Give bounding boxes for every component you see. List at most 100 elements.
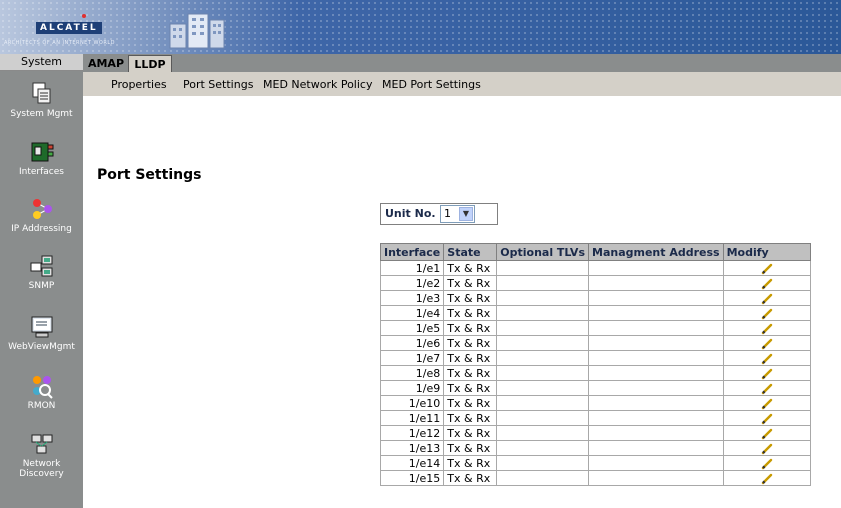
col-modify: Modify: [722, 243, 811, 261]
interface-cell: 1/e10: [379, 395, 445, 411]
interface-cell: 1/e14: [379, 455, 445, 471]
edit-pencil-icon[interactable]: [761, 473, 773, 485]
modify-cell: [722, 305, 811, 321]
optional-tlvs-cell: [496, 305, 589, 321]
state-cell: Tx & Rx: [443, 320, 498, 336]
edit-pencil-icon[interactable]: [761, 278, 773, 290]
management-address-cell: [588, 440, 724, 456]
modify-cell: [722, 470, 811, 486]
unit-selector-panel: Unit No. 1 ▼: [380, 203, 498, 225]
management-address-cell: [588, 365, 724, 381]
optional-tlvs-cell: [496, 455, 589, 471]
optional-tlvs-cell: [496, 335, 589, 351]
optional-tlvs-cell: [496, 350, 589, 366]
interface-cell: 1/e9: [379, 380, 445, 396]
optional-tlvs-cell: [496, 425, 589, 441]
state-cell: Tx & Rx: [443, 410, 498, 426]
table-row: 1/e3 Tx & Rx: [379, 290, 811, 306]
interface-cell: 1/e3: [379, 290, 445, 306]
interface-cell: 1/e15: [379, 470, 445, 486]
management-address-cell: [588, 260, 724, 276]
modify-cell: [722, 320, 811, 336]
edit-pencil-icon[interactable]: [761, 263, 773, 275]
interfaces-icon: [31, 142, 53, 162]
tab-bar: AMAP LLDP: [83, 54, 841, 73]
col-optional-tlvs: Optional TLVs: [496, 243, 589, 261]
edit-pencil-icon[interactable]: [761, 443, 773, 455]
interface-cell: 1/e2: [379, 275, 445, 291]
state-cell: Tx & Rx: [443, 425, 498, 441]
edit-pencil-icon[interactable]: [761, 338, 773, 350]
table-row: 1/e2 Tx & Rx: [379, 275, 811, 291]
optional-tlvs-cell: [496, 365, 589, 381]
edit-pencil-icon[interactable]: [761, 323, 773, 335]
table-row: 1/e11 Tx & Rx: [379, 410, 811, 426]
col-state: State: [443, 243, 498, 261]
unit-label: Unit No.: [385, 207, 436, 220]
edit-pencil-icon[interactable]: [761, 293, 773, 305]
table-row: 1/e8 Tx & Rx: [379, 365, 811, 381]
logo-tagline: ARCHITECTS OF AN INTERNET WORLD: [4, 40, 115, 46]
sidebar-item-webview-mgmt[interactable]: WebViewMgmt: [0, 314, 83, 352]
interface-cell: 1/e12: [379, 425, 445, 441]
edit-pencil-icon[interactable]: [761, 458, 773, 470]
management-address-cell: [588, 425, 724, 441]
modify-cell: [722, 455, 811, 471]
table-row: 1/e6 Tx & Rx: [379, 335, 811, 351]
management-address-cell: [588, 275, 724, 291]
interface-cell: 1/e6: [379, 335, 445, 351]
sidebar-item-system-mgmt[interactable]: System Mgmt: [0, 81, 83, 119]
state-cell: Tx & Rx: [443, 440, 498, 456]
sidebar: System Mgmt Interfaces IP Addressing SNM…: [0, 71, 83, 508]
table-row: 1/e14 Tx & Rx: [379, 455, 811, 471]
edit-pencil-icon[interactable]: [761, 308, 773, 320]
sidebar-item-label: RMON: [27, 401, 56, 411]
subnav-med-network-policy[interactable]: MED Network Policy: [263, 78, 372, 91]
state-cell: Tx & Rx: [443, 335, 498, 351]
sidebar-item-label: Discovery: [19, 469, 64, 479]
system-mgmt-icon: [32, 82, 50, 104]
edit-pencil-icon[interactable]: [761, 353, 773, 365]
sidebar-item-label: WebViewMgmt: [8, 342, 75, 352]
state-cell: Tx & Rx: [443, 365, 498, 381]
table-row: 1/e7 Tx & Rx: [379, 350, 811, 366]
modify-cell: [722, 425, 811, 441]
sidebar-item-rmon[interactable]: RMON: [0, 373, 83, 411]
subnav-properties[interactable]: Properties: [111, 78, 167, 91]
interface-cell: 1/e5: [379, 320, 445, 336]
edit-pencil-icon[interactable]: [761, 368, 773, 380]
management-address-cell: [588, 380, 724, 396]
state-cell: Tx & Rx: [443, 350, 498, 366]
table-row: 1/e12 Tx & Rx: [379, 425, 811, 441]
management-address-cell: [588, 470, 724, 486]
optional-tlvs-cell: [496, 275, 589, 291]
snmp-icon: [30, 255, 52, 277]
interface-cell: 1/e11: [379, 410, 445, 426]
sidebar-item-interfaces[interactable]: Interfaces: [0, 139, 83, 177]
state-cell: Tx & Rx: [443, 305, 498, 321]
management-address-cell: [588, 335, 724, 351]
edit-pencil-icon[interactable]: [761, 413, 773, 425]
management-address-cell: [588, 350, 724, 366]
unit-select[interactable]: 1 ▼: [440, 205, 475, 223]
modify-cell: [722, 410, 811, 426]
unit-select-value: 1: [444, 207, 451, 220]
sidebar-item-ip-addressing[interactable]: IP Addressing: [0, 196, 83, 234]
tab-lldp[interactable]: LLDP: [128, 55, 172, 73]
interface-cell: 1/e7: [379, 350, 445, 366]
banner-pattern: [0, 0, 841, 54]
sidebar-item-snmp[interactable]: SNMP: [0, 253, 83, 291]
tab-amap[interactable]: AMAP: [86, 55, 126, 72]
modify-cell: [722, 335, 811, 351]
subnav-med-port-settings[interactable]: MED Port Settings: [382, 78, 481, 91]
system-tab[interactable]: System: [0, 54, 83, 71]
chevron-down-icon[interactable]: ▼: [459, 207, 473, 221]
sidebar-item-network-discovery[interactable]: Network Discovery: [0, 431, 83, 479]
edit-pencil-icon[interactable]: [761, 383, 773, 395]
sidebar-item-label: System Mgmt: [10, 109, 73, 119]
modify-cell: [722, 350, 811, 366]
edit-pencil-icon[interactable]: [761, 428, 773, 440]
optional-tlvs-cell: [496, 410, 589, 426]
subnav-port-settings[interactable]: Port Settings: [183, 78, 253, 91]
edit-pencil-icon[interactable]: [761, 398, 773, 410]
